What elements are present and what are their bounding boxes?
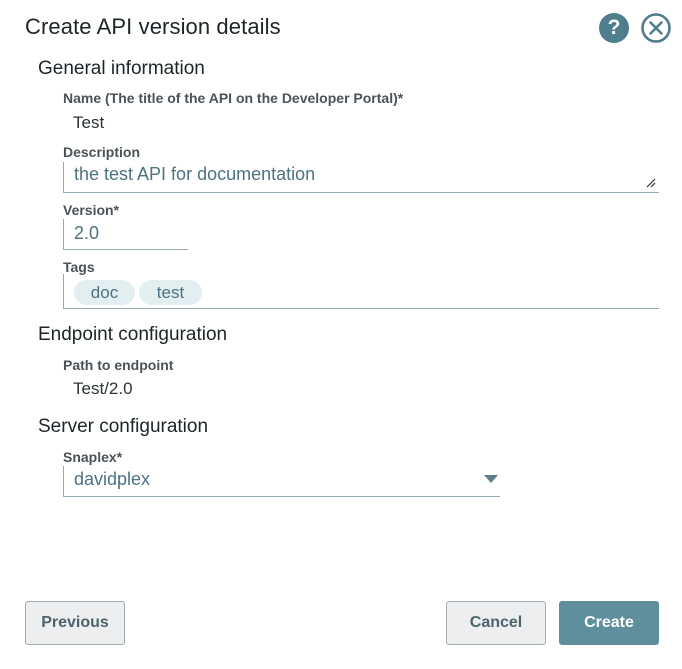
resize-handle-icon[interactable]	[646, 178, 656, 188]
caret-down-icon[interactable]	[484, 475, 498, 483]
description-label: Description	[63, 144, 141, 160]
help-icon[interactable]: ?	[599, 13, 629, 43]
tag-chip[interactable]: test	[139, 280, 202, 305]
close-icon[interactable]	[640, 12, 672, 44]
section-title-general: General information	[38, 58, 205, 79]
section-title-server: Server configuration	[38, 416, 209, 437]
description-value: the test API for documentation	[74, 164, 316, 184]
description-field[interactable]: the test API for documentation	[63, 162, 659, 193]
name-value: Test	[73, 113, 105, 132]
tags-field[interactable]: doc test	[63, 274, 659, 309]
tag-chip[interactable]: doc	[74, 280, 135, 305]
section-title-endpoint: Endpoint configuration	[38, 324, 228, 345]
previous-button[interactable]: Previous	[25, 601, 125, 645]
create-button[interactable]: Create	[559, 601, 659, 645]
path-label: Path to endpoint	[63, 357, 174, 373]
version-field[interactable]: 2.0	[63, 219, 188, 250]
version-value: 2.0	[74, 223, 100, 243]
tags-label: Tags	[63, 259, 95, 275]
path-value: Test/2.0	[73, 379, 133, 398]
cancel-button[interactable]: Cancel	[446, 601, 546, 645]
snaplex-select[interactable]: davidplex	[63, 466, 500, 497]
create-api-version-dialog: Create API version details ? General inf…	[0, 0, 682, 669]
version-label: Version*	[63, 202, 120, 218]
name-label: Name (The title of the API on the Develo…	[63, 90, 404, 106]
dialog-title: Create API version details	[25, 14, 281, 39]
snaplex-value: davidplex	[74, 469, 151, 489]
snaplex-label: Snaplex*	[63, 449, 123, 465]
